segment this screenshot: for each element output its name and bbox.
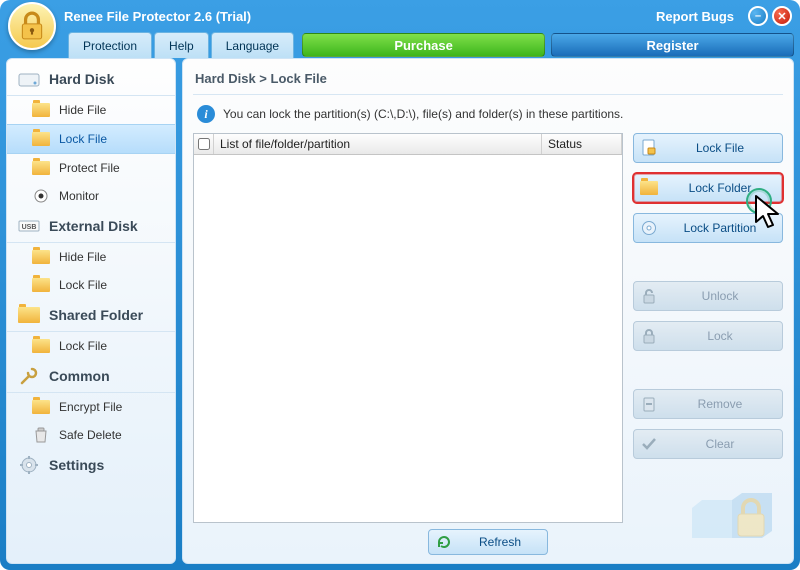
info-icon: i — [197, 105, 215, 123]
sidebar-item-encrypt-file[interactable]: Encrypt File — [7, 393, 175, 421]
sidebar-item-lock-file[interactable]: Lock File — [7, 124, 175, 154]
clear-button[interactable]: Clear — [633, 429, 783, 459]
sidebar-group-hard-disk[interactable]: Hard Disk — [7, 63, 175, 96]
lock-button[interactable]: Lock — [633, 321, 783, 351]
disc-icon — [634, 220, 664, 236]
sidebar-item-protect-file[interactable]: Protect File — [7, 154, 175, 182]
sidebar-item-monitor[interactable]: Monitor — [7, 182, 175, 210]
sidebar-group-external-disk[interactable]: USB External Disk — [7, 210, 175, 243]
hard-disk-icon — [17, 69, 41, 89]
main-panel: Hard Disk > Lock File i You can lock the… — [182, 58, 794, 564]
unlock-icon — [634, 288, 664, 304]
minimize-button[interactable]: – — [748, 6, 768, 26]
sidebar-item-ext-hide-file[interactable]: Hide File — [7, 243, 175, 271]
trash-icon — [31, 427, 51, 443]
sidebar-group-label: Common — [49, 368, 110, 384]
info-bar: i You can lock the partition(s) (C:\,D:\… — [193, 95, 783, 133]
close-button[interactable]: ✕ — [772, 6, 792, 26]
file-lock-icon — [634, 139, 664, 157]
register-button[interactable]: Register — [551, 33, 794, 57]
folder-icon — [31, 102, 51, 118]
tools-icon — [17, 366, 41, 386]
remove-button[interactable]: Remove — [633, 389, 783, 419]
content-row: List of file/folder/partition Status Loc… — [193, 133, 783, 523]
folder-icon — [31, 277, 51, 293]
list-body — [194, 155, 622, 522]
info-text: You can lock the partition(s) (C:\,D:\),… — [223, 107, 623, 121]
list-header: List of file/folder/partition Status — [194, 134, 622, 155]
sidebar-group-label: Shared Folder — [49, 307, 143, 323]
titlebar: Renee File Protector 2.6 (Trial) Report … — [0, 0, 800, 32]
folder-shield-icon — [31, 160, 51, 176]
action-column: Lock File Lock Folder Lock Partition Unl… — [633, 133, 783, 523]
app-title: Renee File Protector 2.6 (Trial) — [64, 9, 251, 24]
folder-refresh-icon — [31, 399, 51, 415]
lock-icon — [634, 328, 664, 344]
shared-folder-icon — [17, 305, 41, 325]
svg-text:USB: USB — [22, 224, 37, 231]
menu-language[interactable]: Language — [211, 32, 294, 58]
lock-partition-button[interactable]: Lock Partition — [633, 213, 783, 243]
refresh-button[interactable]: Refresh — [428, 529, 548, 555]
sidebar: Hard Disk Hide File Lock File Protect Fi… — [6, 58, 176, 564]
gear-icon — [17, 455, 41, 475]
sidebar-group-label: Settings — [49, 457, 104, 473]
refresh-row: Refresh — [193, 523, 783, 555]
sidebar-item-hide-file[interactable]: Hide File — [7, 96, 175, 124]
monitor-icon — [31, 188, 51, 204]
menubar: Protection Help Language Purchase Regist… — [0, 32, 800, 58]
folder-icon — [31, 338, 51, 354]
app-window: Renee File Protector 2.6 (Trial) Report … — [0, 0, 800, 570]
sidebar-item-ext-lock-file[interactable]: Lock File — [7, 271, 175, 299]
remove-icon — [634, 396, 664, 412]
menu-protection[interactable]: Protection — [68, 32, 152, 58]
lock-folder-button[interactable]: Lock Folder — [633, 173, 783, 203]
sidebar-group-settings[interactable]: Settings — [7, 449, 175, 481]
select-all-checkbox[interactable] — [198, 138, 210, 150]
file-list: List of file/folder/partition Status — [193, 133, 623, 523]
sidebar-group-shared-folder[interactable]: Shared Folder — [7, 299, 175, 332]
sidebar-group-common[interactable]: Common — [7, 360, 175, 393]
breadcrumb: Hard Disk > Lock File — [193, 67, 783, 95]
folder-icon — [31, 249, 51, 265]
sidebar-group-label: Hard Disk — [49, 71, 114, 87]
folder-icon — [31, 131, 51, 147]
col-status[interactable]: Status — [542, 134, 622, 154]
sidebar-group-label: External Disk — [49, 218, 138, 234]
sidebar-item-safe-delete[interactable]: Safe Delete — [7, 421, 175, 449]
purchase-button[interactable]: Purchase — [302, 33, 545, 57]
lock-file-button[interactable]: Lock File — [633, 133, 783, 163]
sidebar-item-shared-lock-file[interactable]: Lock File — [7, 332, 175, 360]
check-icon — [634, 437, 664, 451]
col-checkbox[interactable] — [194, 134, 214, 154]
usb-icon: USB — [17, 216, 41, 236]
refresh-icon — [429, 534, 459, 550]
folder-lock-icon — [634, 181, 664, 195]
body-area: Hard Disk Hide File Lock File Protect Fi… — [6, 58, 794, 564]
report-bugs-link[interactable]: Report Bugs — [656, 9, 734, 24]
col-name[interactable]: List of file/folder/partition — [214, 134, 542, 154]
unlock-button[interactable]: Unlock — [633, 281, 783, 311]
menu-help[interactable]: Help — [154, 32, 209, 58]
